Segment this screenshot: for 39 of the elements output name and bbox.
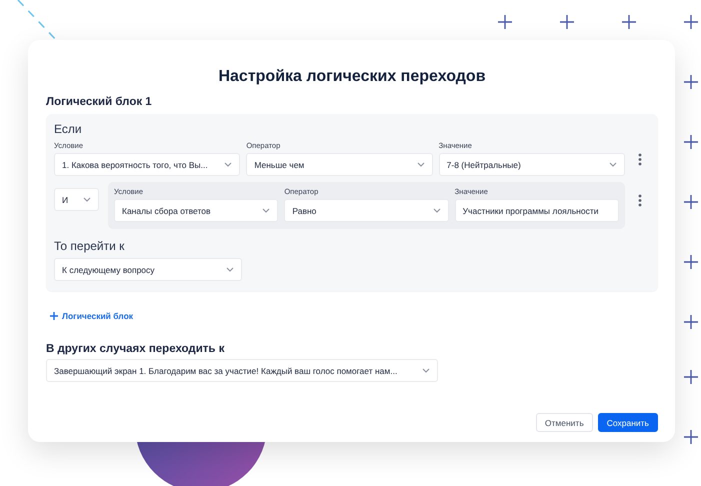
section-heading: То перейти к — [54, 239, 126, 253]
caret-icon — [416, 162, 425, 167]
plus-icon — [684, 370, 698, 384]
more-icon[interactable] — [638, 153, 642, 166]
select-field[interactable]: Меньше чем — [246, 153, 433, 176]
caret-icon — [224, 162, 232, 167]
caret-icon — [422, 368, 430, 373]
select-field[interactable]: Равно — [284, 199, 449, 222]
plus-icon — [622, 15, 636, 29]
caret-icon — [83, 197, 91, 202]
select-field[interactable]: Завершающий экран 1. Благодарим вас за участие! Каждый ваш голос помогает нам... — [46, 359, 438, 382]
select-field[interactable]: 7-8 (Нейтральные) — [438, 153, 625, 176]
plus-icon — [684, 255, 698, 269]
section-heading: Если — [54, 122, 83, 136]
dialog-title: Настройка логических переходов — [217, 68, 487, 86]
plus-icon — [684, 430, 698, 444]
select-field[interactable]: Каналы сбора ответов — [114, 199, 278, 222]
plus-icon — [684, 315, 698, 329]
plus-icon — [560, 15, 574, 29]
caret-icon — [262, 208, 270, 213]
plus-icon — [684, 15, 698, 29]
plus-icon — [498, 15, 512, 29]
plus-icon — [684, 135, 698, 149]
select-field[interactable]: И — [54, 188, 99, 211]
select-field[interactable]: 1. Какова вероятность того, что Вы... — [54, 153, 240, 176]
input-field[interactable]: Участники программы лояльности — [454, 199, 619, 222]
block-title: Логический блок 1 — [46, 96, 153, 108]
add-block-link[interactable]: Логический блок — [50, 311, 134, 321]
select-field[interactable]: К следующему вопросу — [54, 258, 242, 281]
caret-icon — [226, 267, 234, 272]
section-heading: В других случаях переходить к — [46, 343, 226, 355]
cancel-button[interactable]: Отменить — [536, 413, 593, 432]
caret-icon — [608, 162, 617, 167]
more-icon[interactable] — [638, 194, 642, 207]
plus-icon — [684, 75, 698, 89]
plus-icon — [684, 195, 698, 209]
save-button[interactable]: Сохранить — [598, 413, 658, 432]
plus-icon — [50, 312, 58, 320]
caret-icon — [432, 208, 441, 213]
